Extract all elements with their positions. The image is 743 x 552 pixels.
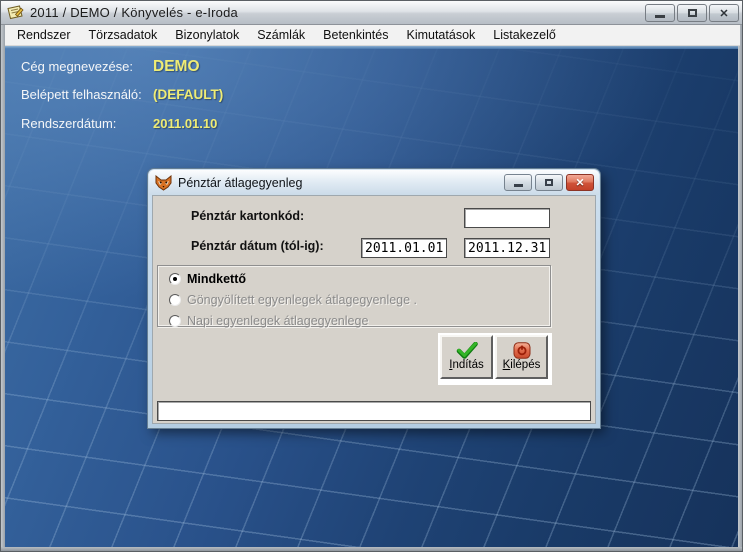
dialog-minimize-icon (514, 184, 523, 187)
e-iroda-main-window: 2011 / DEMO / Könyvelés - e-Iroda ✕ Rend… (0, 0, 743, 552)
inditas-label: Indítás (449, 359, 484, 372)
menu-rendszer[interactable]: Rendszer (8, 25, 80, 45)
user-label: Belépett felhasználó: (21, 87, 153, 102)
user-value: (DEFAULT) (153, 87, 223, 102)
option-gongyolitett: Göngyölített egyenlegek átlagegyenlege . (169, 293, 417, 307)
menu-betenkintes[interactable]: Betenkintés (314, 25, 397, 45)
main-titlebar[interactable]: 2011 / DEMO / Könyvelés - e-Iroda ✕ (1, 1, 743, 25)
mode-option-group: Mindkettő Göngyölített egyenlegek átlage… (157, 265, 551, 327)
penztar-atlagegyenleg-dialog: Pénztár átlagegyenleg ✕ Pénztár kartonkó… (148, 169, 600, 428)
foxpro-fox-icon (155, 175, 172, 191)
green-check-icon (456, 342, 478, 359)
user-info-row: Belépett felhasználó: (DEFAULT) (21, 87, 223, 102)
dialog-maximize-icon (545, 179, 553, 186)
window-title: 2011 / DEMO / Könyvelés - e-Iroda (30, 5, 238, 20)
window-frame-bottom (1, 547, 743, 551)
minimize-icon (655, 15, 665, 18)
client-top-highlight (5, 46, 740, 49)
radio-unselected-icon (169, 315, 181, 327)
option-gongyolitett-label: Göngyölített egyenlegek átlagegyenlege . (187, 293, 417, 307)
close-button[interactable]: ✕ (709, 4, 739, 22)
menu-szamlak[interactable]: Számlák (248, 25, 314, 45)
close-icon: ✕ (719, 7, 728, 20)
radio-unselected-icon (169, 294, 181, 306)
dialog-close-button[interactable]: ✕ (566, 174, 594, 191)
sysdate-value: 2011.01.10 (153, 116, 217, 131)
minimize-button[interactable] (645, 4, 675, 22)
dialog-minimize-button[interactable] (504, 174, 532, 191)
inditas-button[interactable]: Indítás (440, 335, 493, 379)
radio-selected-icon (169, 273, 181, 285)
action-button-panel: Indítás Kilépés (438, 333, 552, 385)
sysdate-label: Rendszerdátum: (21, 116, 153, 131)
maximize-button[interactable] (677, 4, 707, 22)
datum-to-input[interactable] (464, 238, 550, 258)
kilepes-label: Kilépés (503, 359, 541, 372)
dialog-close-icon: ✕ (576, 177, 585, 189)
maximize-icon (688, 9, 697, 17)
option-napi-label: Napi egyenlegek átlagegyenlege (187, 314, 368, 328)
datum-label: Pénztár dátum (tól-ig): (191, 239, 324, 253)
dialog-title: Pénztár átlagegyenleg (178, 176, 302, 190)
kilepes-button[interactable]: Kilépés (495, 335, 548, 379)
menu-listakezelo[interactable]: Listakezelő (484, 25, 565, 45)
menu-bizonylatok[interactable]: Bizonylatok (166, 25, 248, 45)
company-info-row: Cég megnevezése: DEMO (21, 58, 200, 76)
datum-from-input[interactable] (361, 238, 447, 258)
option-mindketto[interactable]: Mindkettő (169, 272, 246, 286)
status-output-field[interactable] (157, 401, 591, 421)
app-note-pen-icon (7, 5, 24, 20)
menu-torzsadatok[interactable]: Törzsadatok (80, 25, 167, 45)
dialog-titlebar[interactable]: Pénztár átlagegyenleg ✕ (149, 170, 599, 195)
window-frame-right (738, 25, 742, 551)
dialog-maximize-button[interactable] (535, 174, 563, 191)
company-value: DEMO (153, 58, 200, 76)
company-label: Cég megnevezése: (21, 59, 153, 74)
menu-kimutatasok[interactable]: Kimutatások (397, 25, 484, 45)
kartonkod-label: Pénztár kartonkód: (191, 209, 304, 223)
sysdate-info-row: Rendszerdátum: 2011.01.10 (21, 116, 217, 131)
window-frame-left (1, 25, 5, 551)
option-mindketto-label: Mindkettő (187, 272, 246, 286)
power-off-icon (513, 342, 531, 359)
dialog-body: Pénztár kartonkód: Pénztár dátum (tól-ig… (152, 195, 596, 424)
menubar: Rendszer Törzsadatok Bizonylatok Számlák… (5, 25, 740, 46)
kartonkod-input[interactable] (464, 208, 550, 228)
option-napi: Napi egyenlegek átlagegyenlege (169, 314, 368, 328)
